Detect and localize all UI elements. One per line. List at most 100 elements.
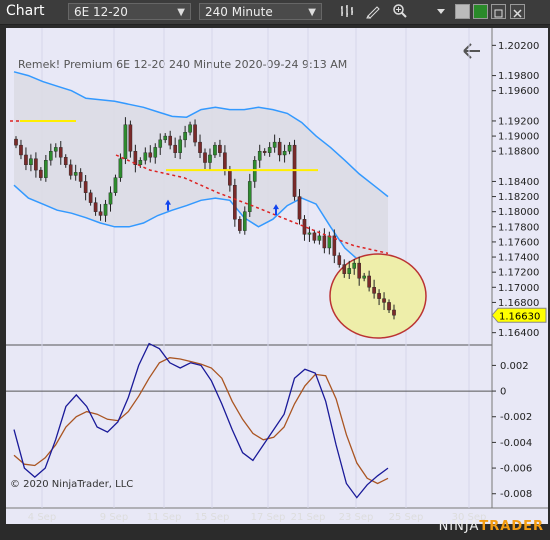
price-tick-label: 1.18400 xyxy=(498,177,539,188)
candle-body xyxy=(322,235,327,249)
candle-body xyxy=(153,147,158,158)
candle-body xyxy=(98,211,103,216)
candle-body xyxy=(347,268,352,274)
logo-brand: TRADER xyxy=(479,519,544,534)
candle-body xyxy=(233,185,237,220)
candle-body xyxy=(168,135,172,146)
candle-body xyxy=(352,262,357,269)
candle-body xyxy=(223,152,227,171)
candle-body xyxy=(88,192,93,203)
zoom-icon[interactable] xyxy=(391,3,409,21)
price-tick-label: 1.18000 xyxy=(498,207,539,218)
candle-body xyxy=(128,124,133,152)
logo-prefix: NINJA xyxy=(438,519,480,534)
candle-body xyxy=(287,144,292,152)
chart-svg: Remek! Premium 6E 12-20 240 Minute 2020-… xyxy=(6,28,548,524)
candle-body xyxy=(39,169,43,178)
candle-body xyxy=(138,160,143,166)
x-tick-label: 21 Sep xyxy=(291,512,326,523)
candle-body xyxy=(34,158,38,171)
x-tick-label: 15 Sep xyxy=(195,512,230,523)
period-select[interactable]: 240 Minute ▼ xyxy=(199,3,322,20)
candle-body xyxy=(282,150,287,156)
price-tick-label: 1.20200 xyxy=(498,41,539,52)
price-tick-label: 1.18200 xyxy=(498,192,539,203)
candle-body xyxy=(247,181,252,212)
x-tick-label: 23 Sep xyxy=(339,512,374,523)
osc-tick-label: -0.002 xyxy=(500,412,532,423)
candle-body xyxy=(113,177,118,193)
dropdown-icon[interactable] xyxy=(432,3,450,21)
candle-body xyxy=(188,124,192,133)
candle-body xyxy=(242,211,247,231)
instrument-select[interactable]: 6E 12-20 ▼ xyxy=(68,3,191,20)
candle-body xyxy=(218,144,222,153)
price-tick-label: 1.19200 xyxy=(498,116,539,127)
candle-body xyxy=(327,235,332,249)
chevron-down-icon: ▼ xyxy=(177,7,185,18)
candle-body xyxy=(307,232,312,235)
candle-body xyxy=(272,141,277,148)
candle-body xyxy=(312,232,317,241)
candle-body xyxy=(44,160,48,178)
close-button[interactable] xyxy=(510,4,525,19)
bars-icon[interactable] xyxy=(338,3,356,21)
candle-body xyxy=(24,154,28,166)
green-button[interactable] xyxy=(473,4,488,19)
candle-body xyxy=(163,135,168,141)
last-price-label: 1.16630 xyxy=(499,311,540,322)
candle-body xyxy=(372,287,376,294)
pencil-icon[interactable] xyxy=(364,3,382,21)
candle-body xyxy=(337,255,342,265)
candle-body xyxy=(317,235,322,241)
candle-body xyxy=(148,152,153,158)
x-tick-label: 17 Sep xyxy=(251,512,286,523)
candle-body xyxy=(392,309,396,316)
candle-body xyxy=(183,132,187,141)
candle-body xyxy=(302,219,307,235)
candle-body xyxy=(83,181,88,193)
candle-body xyxy=(19,144,23,156)
candle-body xyxy=(103,203,108,216)
candle-body xyxy=(377,293,381,299)
chart-header-label: Remek! Premium 6E 12-20 240 Minute 2020-… xyxy=(18,58,347,71)
price-tick-label: 1.17800 xyxy=(498,222,539,233)
price-tick-label: 1.17400 xyxy=(498,253,539,264)
candle-body xyxy=(357,262,361,279)
candle-body xyxy=(93,202,98,212)
candle-body xyxy=(49,150,53,161)
price-tick-label: 1.16400 xyxy=(498,328,539,339)
candle-body xyxy=(342,264,347,274)
candle-body xyxy=(29,158,33,166)
copyright-label: © 2020 NinjaTrader, LLC xyxy=(10,479,133,490)
candle-body xyxy=(123,124,128,159)
candle-body xyxy=(158,139,163,148)
candle-body xyxy=(208,154,212,163)
minimize-button[interactable] xyxy=(455,4,470,19)
price-tick-label: 1.19600 xyxy=(498,86,539,97)
osc-tick-label: -0.004 xyxy=(500,438,532,449)
candle-body xyxy=(173,144,177,153)
osc-tick-label: -0.006 xyxy=(500,464,532,475)
price-tick-label: 1.17600 xyxy=(498,237,539,248)
x-tick-label: 9 Sep xyxy=(100,512,128,523)
osc-tick-label: 0 xyxy=(500,387,506,398)
chevron-down-icon: ▼ xyxy=(308,7,316,18)
candle-body xyxy=(297,196,302,220)
price-tick-label: 1.16800 xyxy=(498,298,539,309)
candle-body xyxy=(203,152,207,163)
candle-body xyxy=(387,302,391,311)
candle-body xyxy=(267,147,272,153)
candle-body xyxy=(228,169,232,186)
candle-body xyxy=(193,124,197,143)
candle-body xyxy=(108,192,113,205)
x-tick-label: 11 Sep xyxy=(147,512,182,523)
osc-tick-label: -0.008 xyxy=(500,489,532,500)
candle-body xyxy=(277,141,282,156)
candle-body xyxy=(143,152,148,161)
candle-body xyxy=(68,164,73,176)
chart-frame: Remek! Premium 6E 12-20 240 Minute 2020-… xyxy=(6,28,548,524)
candle-body xyxy=(198,141,202,153)
candle-body xyxy=(14,138,18,146)
maximize-button[interactable] xyxy=(491,4,506,19)
